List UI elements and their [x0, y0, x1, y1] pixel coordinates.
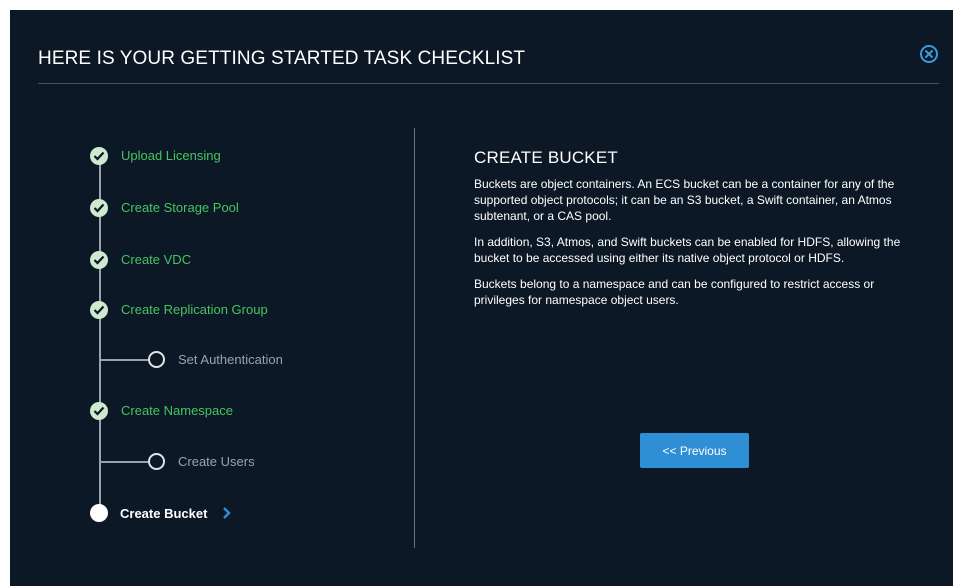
step-label: Create Namespace [121, 403, 233, 418]
check-icon [90, 301, 108, 319]
branch-line [100, 359, 148, 361]
step-label: Create Storage Pool [121, 200, 239, 215]
branch-line [100, 461, 148, 463]
current-step-label: Create Bucket [120, 506, 208, 521]
check-icon [90, 199, 108, 217]
close-icon[interactable] [920, 45, 938, 63]
previous-button[interactable]: << Previous [640, 433, 749, 468]
check-icon [90, 147, 108, 165]
content-paragraph: Buckets are object containers. An ECS bu… [474, 177, 895, 223]
circle-icon [148, 453, 165, 470]
chevron-right-icon [223, 507, 231, 519]
content-heading: CREATE BUCKET [474, 148, 618, 167]
substep-label: Set Authentication [178, 352, 283, 367]
current-step-icon [90, 504, 108, 522]
getting-started-dialog: HERE IS YOUR GETTING STARTED TASK CHECKL… [10, 10, 953, 586]
step-label: Create VDC [121, 252, 192, 267]
panel-divider [414, 128, 415, 548]
circle-icon [148, 351, 165, 368]
content-paragraph: Buckets belong to a namespace and can be… [474, 277, 875, 307]
check-icon [90, 251, 108, 269]
step-label: Upload Licensing [121, 148, 221, 163]
check-icon [90, 402, 108, 420]
task-checklist: Upload Licensing Create Storage Pool Cre… [10, 10, 410, 586]
step-description: CREATE BUCKET Buckets are object contain… [474, 148, 926, 318]
content-paragraph: In addition, S3, Atmos, and Swift bucket… [474, 235, 901, 265]
step-label: Create Replication Group [121, 302, 268, 317]
substep-label: Create Users [178, 454, 255, 469]
